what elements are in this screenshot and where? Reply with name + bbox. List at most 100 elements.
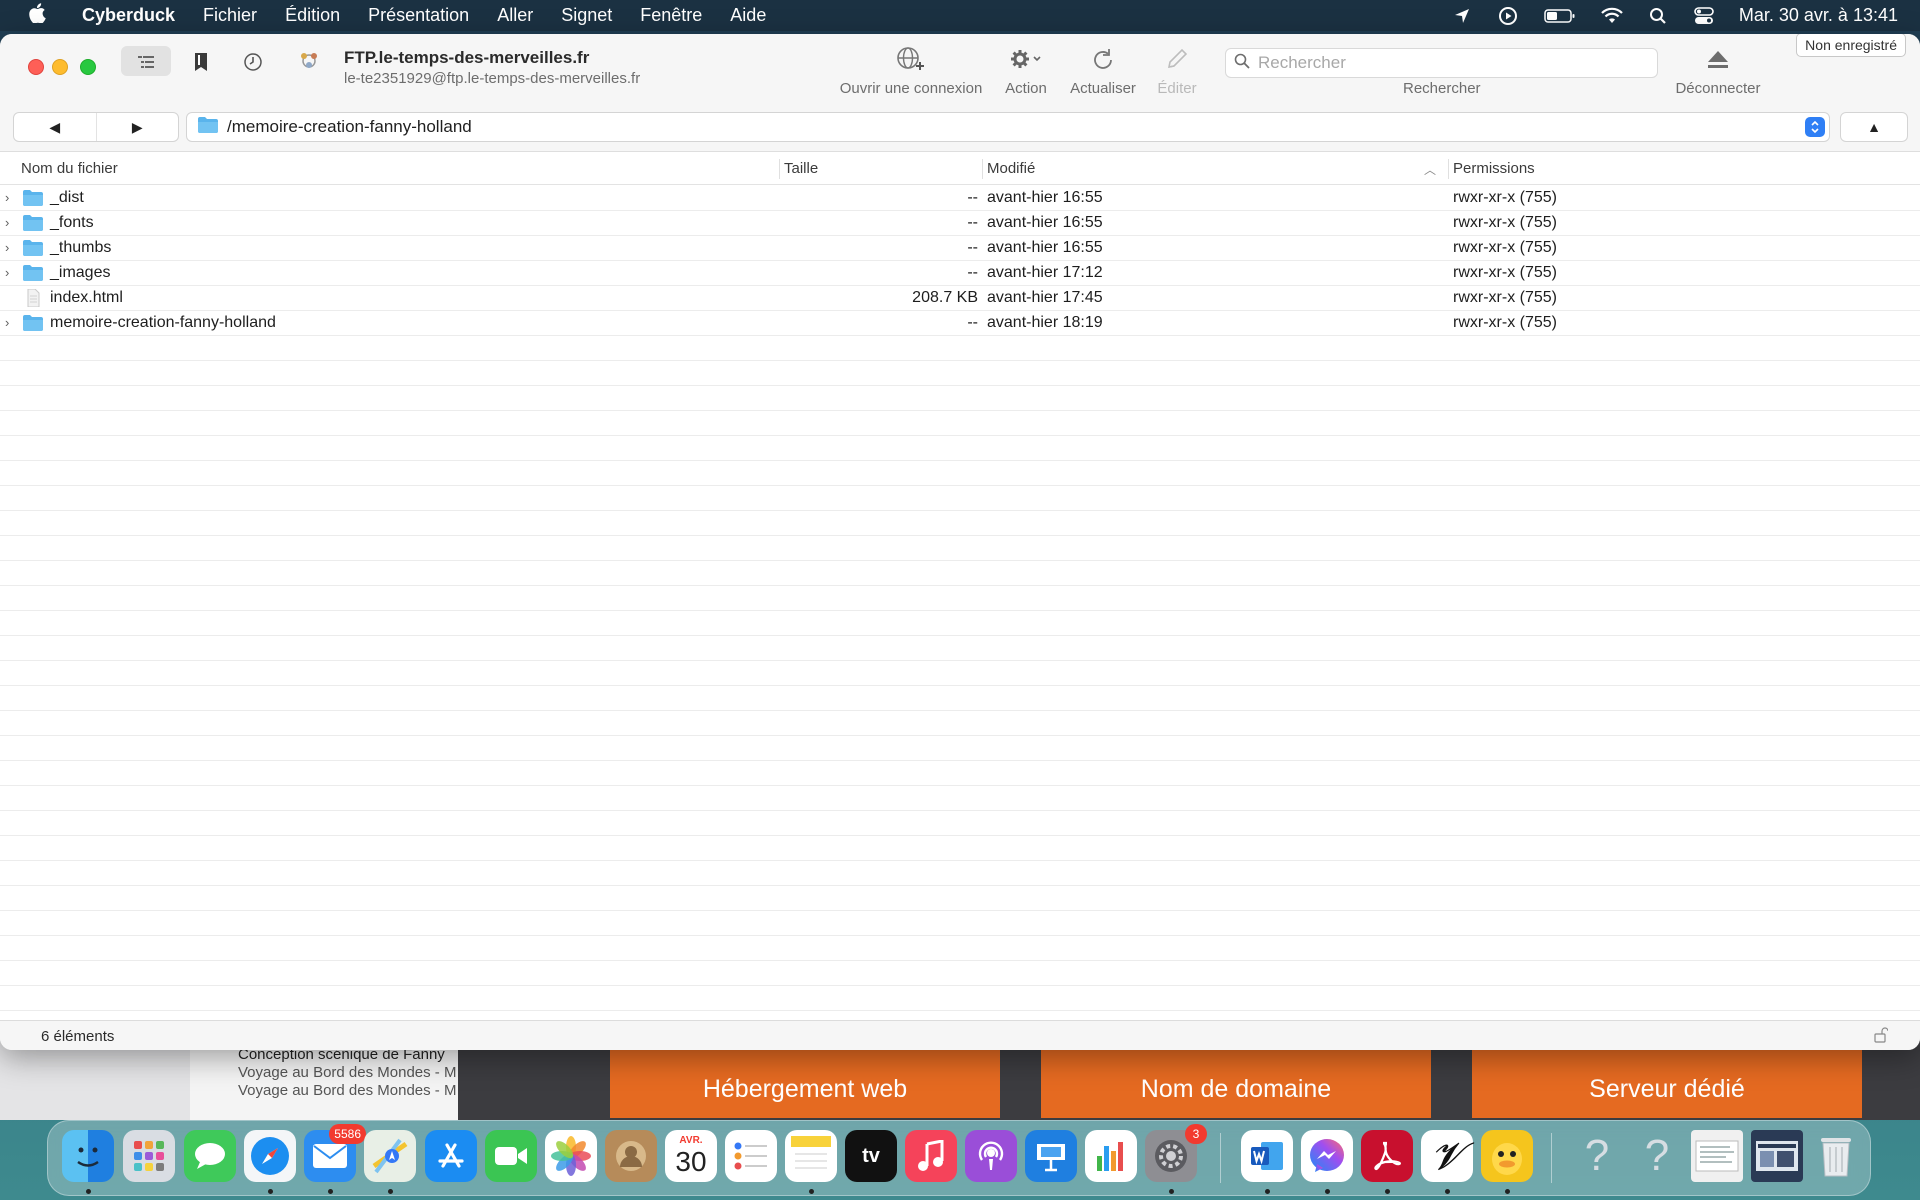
safari-icon[interactable] bbox=[244, 1130, 296, 1182]
play-circle-icon[interactable] bbox=[1497, 5, 1519, 27]
window-minimize-button[interactable] bbox=[52, 59, 68, 75]
system-settings-icon[interactable]: 3 bbox=[1145, 1124, 1207, 1182]
edit-button[interactable]: Éditer bbox=[1152, 46, 1202, 97]
microsoft-word-icon[interactable] bbox=[1241, 1130, 1293, 1182]
menu-aller[interactable]: Aller bbox=[483, 5, 547, 26]
trash-icon[interactable] bbox=[1810, 1130, 1862, 1182]
podcasts-icon[interactable] bbox=[965, 1130, 1017, 1182]
path-stepper-icon[interactable] bbox=[1805, 117, 1825, 137]
table-row[interactable]: › _dist -- avant-hier 16:55 rwxr-xr-x (7… bbox=[0, 186, 1920, 211]
action-button[interactable]: Action bbox=[998, 46, 1054, 97]
location-icon[interactable] bbox=[1451, 5, 1473, 27]
app-store-icon[interactable] bbox=[425, 1130, 477, 1182]
finder-icon[interactable] bbox=[62, 1130, 114, 1182]
menu-edition[interactable]: Édition bbox=[271, 5, 354, 26]
path-dropdown[interactable]: /memoire-creation-fanny-holland bbox=[186, 112, 1830, 142]
disclosure-chevron-icon[interactable]: › bbox=[5, 315, 17, 331]
reminders-icon[interactable] bbox=[725, 1130, 777, 1182]
column-divider[interactable] bbox=[779, 159, 780, 179]
disconnect-button[interactable]: Déconnecter bbox=[1668, 46, 1768, 97]
history-icon[interactable] bbox=[241, 50, 265, 74]
edit-label: Éditer bbox=[1157, 80, 1197, 97]
table-row[interactable]: › _fonts -- avant-hier 16:55 rwxr-xr-x (… bbox=[0, 211, 1920, 236]
empty-table-row bbox=[0, 686, 1920, 711]
spotlight-search-icon[interactable] bbox=[1647, 5, 1669, 27]
messages-icon[interactable] bbox=[184, 1130, 236, 1182]
wifi-icon[interactable] bbox=[1601, 5, 1623, 27]
disclosure-chevron-icon[interactable]: › bbox=[5, 190, 17, 206]
search-input[interactable] bbox=[1258, 53, 1638, 73]
battery-icon[interactable] bbox=[1543, 5, 1577, 27]
menu-fenetre[interactable]: Fenêtre bbox=[626, 5, 716, 26]
table-row[interactable]: index.html 208.7 KB avant-hier 17:45 rwx… bbox=[0, 286, 1920, 311]
folder-icon bbox=[197, 116, 219, 139]
keynote-icon[interactable] bbox=[1025, 1130, 1077, 1182]
tv-glyph: tv bbox=[862, 1144, 880, 1167]
table-row[interactable]: › memoire-creation-fanny-holland -- avan… bbox=[0, 311, 1920, 336]
disclosure-chevron-icon[interactable]: › bbox=[5, 240, 17, 256]
table-row[interactable]: › _images -- avant-hier 17:12 rwxr-xr-x … bbox=[0, 261, 1920, 286]
empty-table-row bbox=[0, 386, 1920, 411]
refresh-button[interactable]: Actualiser bbox=[1066, 46, 1140, 97]
launchpad-icon[interactable] bbox=[123, 1130, 175, 1182]
notes-icon[interactable] bbox=[785, 1130, 837, 1182]
navigation-group: ◀ ▶ bbox=[13, 112, 179, 142]
column-modified[interactable]: Modifié bbox=[987, 152, 1035, 185]
photos-icon[interactable] bbox=[545, 1130, 597, 1182]
file-permissions: rwxr-xr-x (755) bbox=[1453, 314, 1557, 331]
help-document-icon[interactable]: ? bbox=[1571, 1130, 1623, 1182]
column-size[interactable]: Taille bbox=[784, 152, 818, 185]
menu-fichier[interactable]: Fichier bbox=[189, 5, 271, 26]
vectornator-icon[interactable]: 𝓥 bbox=[1421, 1130, 1473, 1182]
control-center-icon[interactable] bbox=[1693, 5, 1715, 27]
disclosure-chevron-icon[interactable]: › bbox=[5, 215, 17, 231]
empty-table-row bbox=[0, 861, 1920, 886]
unlock-icon[interactable] bbox=[1874, 1027, 1889, 1047]
contacts-icon[interactable] bbox=[605, 1130, 657, 1182]
window-close-button[interactable] bbox=[28, 59, 44, 75]
acrobat-icon[interactable] bbox=[1361, 1130, 1413, 1182]
menubar-clock[interactable]: Mar. 30 avr. à 13:41 bbox=[1739, 5, 1898, 26]
parent-directory-button[interactable]: ▲ bbox=[1840, 112, 1908, 142]
apple-menu-icon[interactable] bbox=[22, 2, 52, 29]
column-permissions[interactable]: Permissions bbox=[1453, 152, 1535, 185]
apple-tv-icon[interactable]: tv bbox=[845, 1130, 897, 1182]
cyberduck-icon[interactable] bbox=[1481, 1130, 1533, 1182]
open-connection-button[interactable]: Ouvrir une connexion bbox=[836, 46, 986, 97]
running-indicator bbox=[1265, 1189, 1270, 1194]
column-divider[interactable] bbox=[1448, 159, 1449, 179]
menu-app-name[interactable]: Cyberduck bbox=[68, 5, 189, 26]
outline-view-icon[interactable] bbox=[133, 52, 159, 72]
calendar-icon[interactable]: AVR. 30 bbox=[665, 1130, 717, 1182]
maps-icon[interactable] bbox=[364, 1130, 416, 1182]
mail-icon[interactable]: 5586 bbox=[304, 1124, 366, 1182]
menu-signet[interactable]: Signet bbox=[547, 5, 626, 26]
column-name[interactable]: Nom du fichier bbox=[21, 152, 118, 185]
table-row[interactable]: › _thumbs -- avant-hier 16:55 rwxr-xr-x … bbox=[0, 236, 1920, 261]
empty-table-row bbox=[0, 986, 1920, 1011]
cyberduck-browser-window: FTP.le-temps-des-merveilles.fr le-te2351… bbox=[0, 34, 1920, 1050]
help-document-icon[interactable]: ? bbox=[1631, 1130, 1683, 1182]
disclosure-chevron-icon[interactable]: › bbox=[5, 265, 17, 281]
running-indicator bbox=[809, 1189, 814, 1194]
column-divider[interactable] bbox=[982, 159, 983, 179]
file-modified: avant-hier 16:55 bbox=[987, 239, 1103, 256]
calendar-day: 30 bbox=[675, 1146, 707, 1177]
unregistered-badge[interactable]: Non enregistré bbox=[1796, 34, 1906, 57]
document-thumbnail-icon[interactable] bbox=[1691, 1130, 1743, 1182]
menu-bar: Cyberduck Fichier Édition Présentation A… bbox=[0, 0, 1920, 31]
facetime-icon[interactable] bbox=[485, 1130, 537, 1182]
menu-aide[interactable]: Aide bbox=[716, 5, 780, 26]
bookmarks-icon[interactable] bbox=[189, 50, 213, 74]
bonjour-icon[interactable] bbox=[296, 48, 322, 74]
numbers-icon[interactable] bbox=[1085, 1130, 1137, 1182]
messenger-icon[interactable] bbox=[1301, 1130, 1353, 1182]
window-zoom-button[interactable] bbox=[80, 59, 96, 75]
music-icon[interactable] bbox=[905, 1130, 957, 1182]
running-indicator bbox=[86, 1189, 91, 1194]
running-indicator bbox=[268, 1189, 273, 1194]
forward-button[interactable]: ▶ bbox=[97, 113, 179, 141]
screenshot-thumbnail-icon[interactable] bbox=[1751, 1130, 1803, 1182]
back-button[interactable]: ◀ bbox=[14, 113, 97, 141]
menu-presentation[interactable]: Présentation bbox=[354, 5, 483, 26]
